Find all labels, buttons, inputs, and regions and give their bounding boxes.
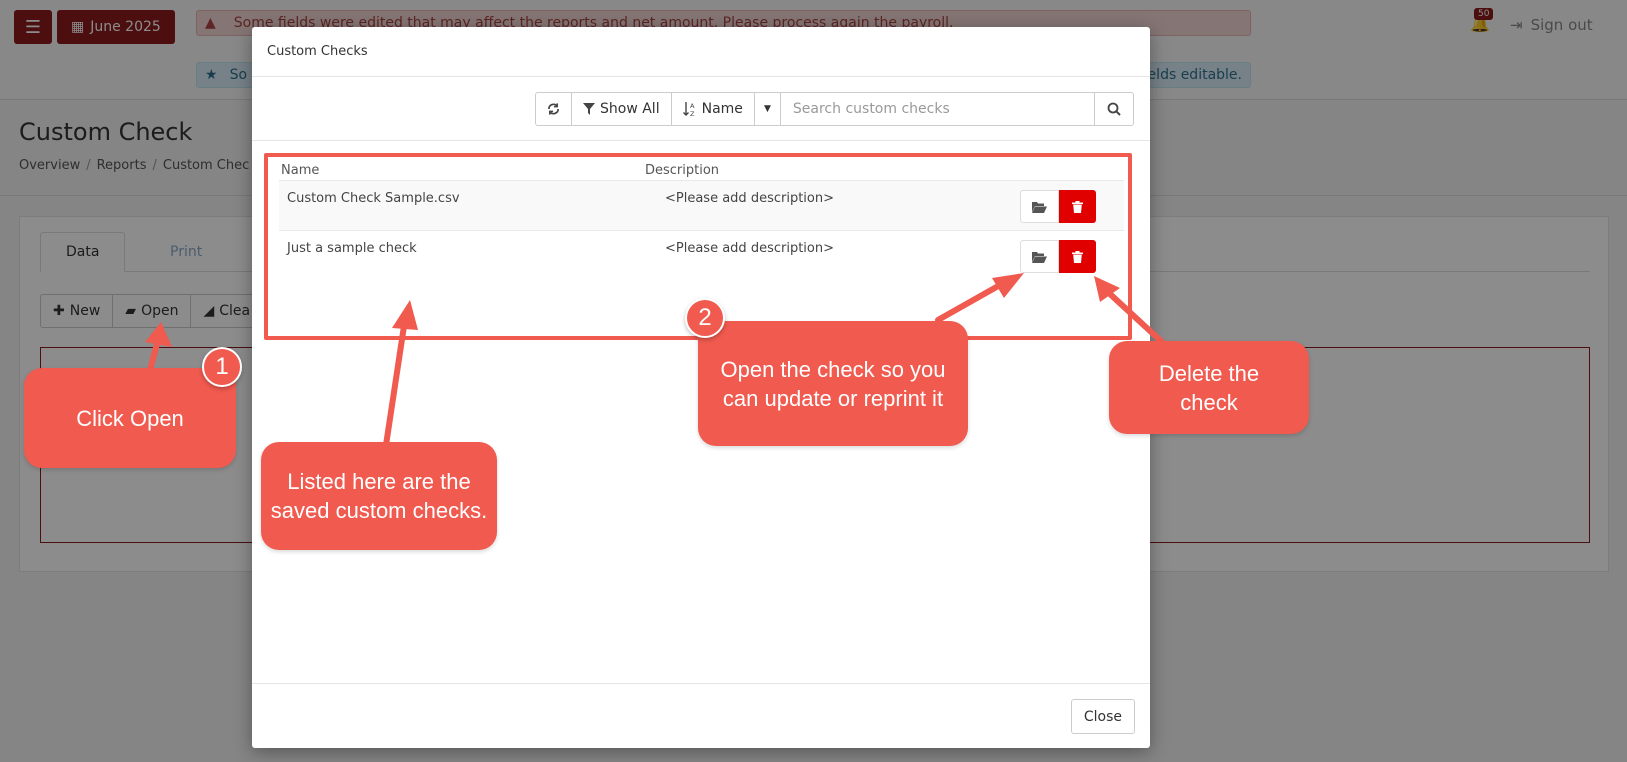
sort-label: Name xyxy=(701,101,743,117)
modal-footer: Close xyxy=(252,683,1150,748)
filter-icon xyxy=(583,103,595,115)
search-input[interactable]: Search custom checks xyxy=(781,93,1095,125)
show-all-label: Show All xyxy=(600,101,660,117)
refresh-button[interactable] xyxy=(536,93,572,125)
refresh-icon xyxy=(548,103,559,115)
callout-listed-here: Listed here are the saved custom checks. xyxy=(261,442,497,550)
svg-text:A: A xyxy=(690,102,695,110)
sort-dropdown-button[interactable]: ▼ xyxy=(755,93,781,125)
callout-open-check: Open the check so you can update or repr… xyxy=(698,321,968,446)
show-all-button[interactable]: Show All xyxy=(572,93,672,125)
sort-alpha-icon: A Z xyxy=(682,102,695,117)
close-button[interactable]: Close xyxy=(1070,699,1135,734)
caret-down-icon: ▼ xyxy=(763,104,771,114)
search-icon xyxy=(1107,102,1121,116)
modal-title: Custom Checks xyxy=(267,44,368,59)
step-badge-1: 1 xyxy=(202,347,242,387)
step-badge-2: 2 xyxy=(685,298,725,338)
sort-button[interactable]: A Z Name xyxy=(672,93,755,125)
search-button[interactable] xyxy=(1095,93,1133,125)
callout-delete-check: Delete the check xyxy=(1109,341,1309,434)
callout-click-open: Click Open xyxy=(24,368,236,468)
svg-text:Z: Z xyxy=(690,110,695,117)
modal-toolbar: Show All A Z Name ▼ Search custom checks xyxy=(535,92,1134,126)
modal-toolbar-row: Show All A Z Name ▼ Search custom checks xyxy=(252,77,1150,141)
modal-header: Custom Checks xyxy=(252,27,1150,77)
